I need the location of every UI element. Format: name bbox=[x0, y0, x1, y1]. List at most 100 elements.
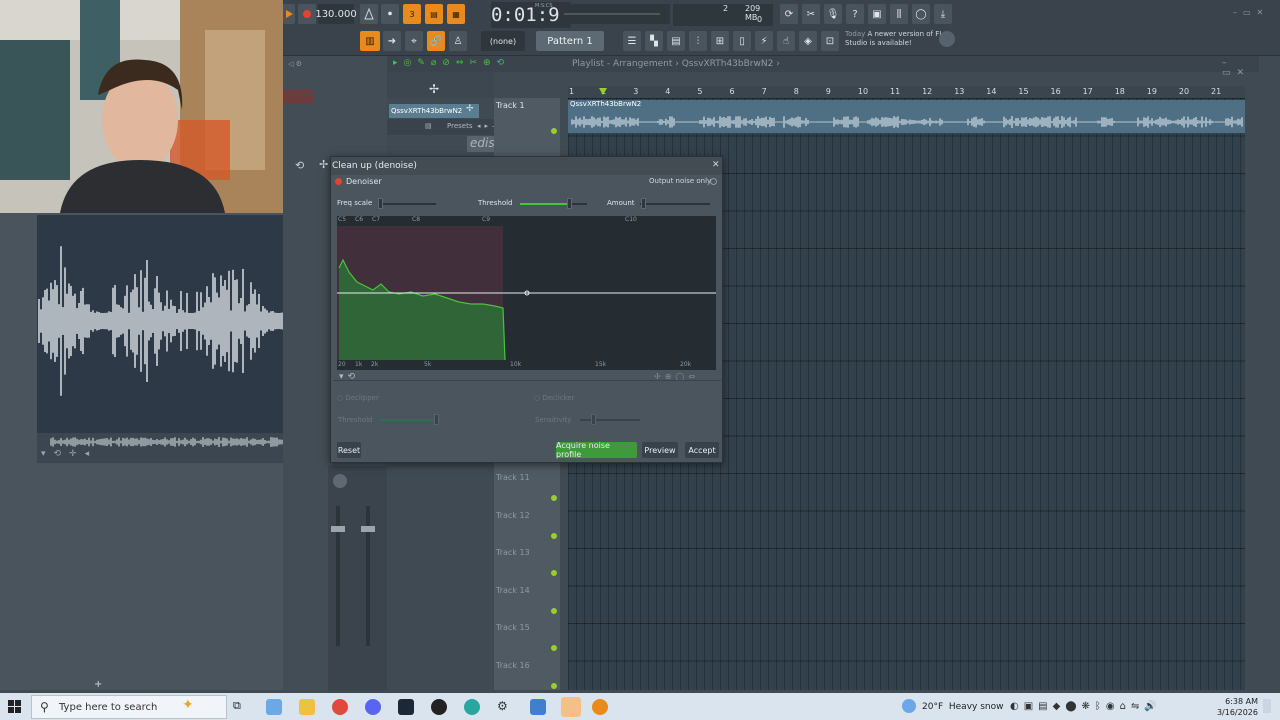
sensitivity-slider[interactable] bbox=[591, 414, 596, 425]
chrome-icon[interactable] bbox=[332, 699, 348, 715]
timeline-ruler[interactable]: 1 2 3 4 5 6 7 8 9 10 11 12 13 14 15 16 17 18 19 20 21 bbox=[568, 86, 1245, 98]
window-controls[interactable]: –▭✕ bbox=[1233, 8, 1269, 17]
discord-icon[interactable] bbox=[365, 699, 381, 715]
track-label[interactable]: Track 16 bbox=[496, 661, 530, 670]
track-active-led[interactable] bbox=[551, 495, 557, 501]
clock[interactable]: 6:38 AM 3/16/2026 bbox=[1196, 696, 1258, 718]
dialog-close-icon[interactable]: ✕ bbox=[712, 160, 720, 170]
playlist-picker[interactable]: ✢ bbox=[387, 72, 494, 98]
save-button[interactable]: ▣ bbox=[868, 4, 886, 24]
playlist-button[interactable]: ☰ bbox=[623, 31, 641, 51]
download-button[interactable]: ⤓ bbox=[934, 4, 952, 24]
pattern-selector[interactable]: Pattern 1 bbox=[536, 31, 604, 51]
edge-icon[interactable] bbox=[464, 699, 480, 715]
audio-clip[interactable]: QssvXRTh43bBrwN2 bbox=[568, 100, 1245, 133]
clipboard-button[interactable]: ▯ bbox=[733, 31, 751, 51]
denoiser-enable-led[interactable] bbox=[335, 178, 342, 185]
track-active-led[interactable] bbox=[551, 607, 557, 614]
pattern-mode-button[interactable]: ▥ bbox=[360, 31, 380, 51]
piano-roll-button[interactable]: ▚ bbox=[645, 31, 663, 51]
output-noise-only-toggle[interactable] bbox=[710, 178, 717, 185]
step-button[interactable]: ➜ bbox=[383, 31, 401, 51]
system-tray-icons[interactable]: ◐▣▤◆⬤❋ᛒ◉⌂⇋🔊 bbox=[1010, 701, 1162, 712]
edison-footer-icons[interactable]: ▾⟲✛◂ bbox=[41, 449, 97, 459]
tempo-display[interactable]: 130.000 bbox=[315, 4, 357, 24]
noise-spectrum-display[interactable]: C5 C6 C7 C8 C9 C10 20 1k 2k 5k 10k 15k 20k bbox=[337, 216, 716, 370]
threshold-slider[interactable] bbox=[567, 198, 573, 209]
track-active-led[interactable] bbox=[551, 570, 557, 576]
cart-button[interactable]: ⊡ bbox=[821, 31, 839, 51]
copilot-icon[interactable] bbox=[266, 699, 282, 715]
mega-button[interactable]: ◈ bbox=[799, 31, 817, 51]
taskbar-search[interactable]: ⚲ Type here to search ✦ bbox=[31, 695, 227, 719]
declipper-section[interactable]: ○ Declipper bbox=[337, 394, 379, 402]
undo-icon[interactable]: ⟲ bbox=[295, 159, 304, 172]
countdown-button[interactable]: 3 bbox=[403, 4, 421, 24]
menu-icon[interactable]: ▤ bbox=[425, 122, 432, 130]
outlook-icon[interactable] bbox=[530, 699, 546, 715]
playhead-marker[interactable] bbox=[599, 88, 607, 95]
chat-button[interactable]: ◯ bbox=[912, 4, 930, 24]
weather-icon[interactable] bbox=[902, 699, 916, 713]
track-active-led[interactable] bbox=[551, 532, 557, 539]
snipping-tool-icon[interactable] bbox=[561, 697, 581, 717]
blend-button[interactable]: ▦ bbox=[447, 4, 465, 24]
rack-channel-mute[interactable] bbox=[283, 90, 313, 104]
picker-add-icon[interactable]: ✢ bbox=[466, 104, 474, 114]
track-active-led[interactable] bbox=[551, 645, 557, 651]
send-fader[interactable] bbox=[361, 526, 375, 532]
master-volume-graph[interactable] bbox=[560, 4, 670, 24]
start-button[interactable] bbox=[8, 700, 21, 713]
steam-icon[interactable] bbox=[398, 699, 414, 715]
snap-button[interactable]: ⌖ bbox=[405, 31, 423, 51]
channel-rack-button[interactable]: ▤ bbox=[667, 31, 685, 51]
amount-slider[interactable] bbox=[641, 198, 646, 209]
track-label[interactable]: Track 14 bbox=[496, 586, 530, 595]
mixer-view-button[interactable]: ⫶ bbox=[689, 31, 707, 51]
help-button[interactable]: ? bbox=[846, 4, 864, 24]
browser-button[interactable]: ⊞ bbox=[711, 31, 729, 51]
track-label[interactable]: Track 12 bbox=[496, 511, 530, 520]
record-button[interactable] bbox=[298, 4, 316, 24]
reset-button[interactable]: Reset bbox=[337, 442, 361, 458]
track-label[interactable]: Track 15 bbox=[496, 623, 530, 632]
playlist-tool-icons[interactable]: ▸◎✎⌀⊘⇔✂⊕⟲ bbox=[393, 58, 510, 68]
add-icon[interactable]: + bbox=[94, 679, 102, 690]
track-1-active-led[interactable] bbox=[551, 128, 557, 134]
song-position-display[interactable]: 0:01:97 bbox=[491, 2, 571, 28]
acquire-noise-profile-button[interactable]: Acquire noise profile bbox=[556, 441, 637, 459]
pan-knob[interactable] bbox=[333, 474, 347, 488]
mixer-button[interactable]: ⫼ bbox=[890, 4, 908, 24]
touch-button[interactable]: ☝ bbox=[777, 31, 795, 51]
weather-widget[interactable]: 20°F Heavy snow bbox=[922, 702, 1003, 712]
track-label[interactable]: Track 11 bbox=[496, 473, 530, 482]
stamp-button[interactable]: ♙ bbox=[449, 31, 467, 51]
fl-studio-icon[interactable] bbox=[592, 699, 608, 715]
media-app-icon[interactable] bbox=[431, 699, 447, 715]
wait-button[interactable]: ⏺ bbox=[381, 4, 399, 24]
loop-record-button[interactable]: ▤ bbox=[425, 4, 443, 24]
news-panel[interactable]: Today A newer version of FL Studio is av… bbox=[845, 30, 955, 54]
track-active-led[interactable] bbox=[551, 682, 557, 689]
task-view-icon[interactable]: ⧉ bbox=[233, 699, 249, 715]
mic-button[interactable]: 🎙 bbox=[824, 4, 842, 24]
picker-move-icon[interactable]: ✢ bbox=[429, 82, 439, 96]
freq-scale-slider[interactable] bbox=[378, 198, 383, 209]
move-icon[interactable]: ✢ bbox=[319, 158, 328, 171]
playlist-window-controls[interactable]: –▭✕ bbox=[1222, 58, 1259, 78]
declicker-section[interactable]: ○ Declicker bbox=[534, 394, 575, 402]
link-button[interactable]: 🔗 bbox=[427, 31, 445, 51]
presets-button[interactable]: Presets bbox=[447, 122, 472, 130]
metronome-button[interactable] bbox=[360, 4, 378, 24]
play-button[interactable] bbox=[283, 4, 295, 24]
preview-button[interactable]: Preview bbox=[642, 442, 678, 458]
declipper-threshold-slider[interactable] bbox=[434, 414, 439, 425]
pattern-select[interactable]: (none) bbox=[481, 31, 525, 51]
cut-button[interactable]: ✂ bbox=[802, 4, 820, 24]
file-explorer-icon[interactable] bbox=[299, 699, 315, 715]
notifications-icon[interactable] bbox=[1263, 699, 1271, 713]
settings-icon[interactable]: ⚙ bbox=[497, 699, 513, 715]
update-icon[interactable] bbox=[939, 31, 955, 47]
undo-history-button[interactable]: ⟳ bbox=[780, 4, 798, 24]
track-label[interactable]: Track 13 bbox=[496, 548, 530, 557]
